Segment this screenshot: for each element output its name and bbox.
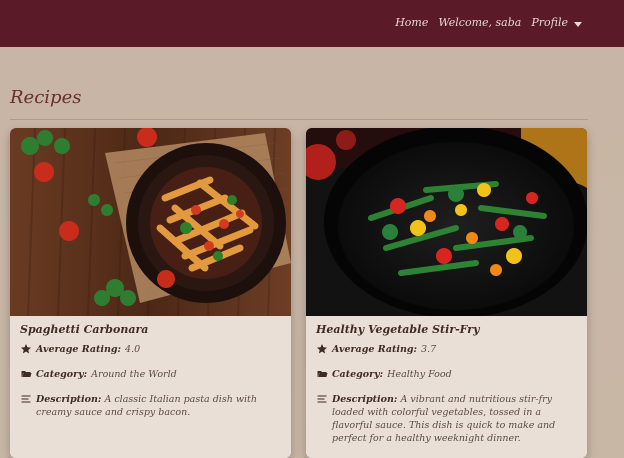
category-label: Category: [36, 369, 88, 380]
rating-value: 3.7 [421, 344, 437, 355]
category-label: Category: [332, 369, 384, 380]
nav-home-link[interactable]: Home [395, 16, 428, 30]
rating-label: Average Rating: [36, 344, 122, 355]
recipe-rating-row: Average Rating: 4.0 [20, 343, 281, 356]
recipe-card[interactable]: Healthy Vegetable Stir-Fry Average Ratin… [306, 128, 587, 458]
recipe-description-row: Description: A classic Italian pasta dis… [20, 393, 281, 419]
list-icon [21, 395, 31, 403]
list-icon [317, 395, 327, 403]
navbar: Home Welcome, saba Profile [0, 0, 624, 47]
recipe-image-stirfry[interactable] [306, 128, 587, 316]
category-value: Around the World [91, 369, 177, 380]
recipe-title[interactable]: Healthy Vegetable Stir-Fry [316, 323, 577, 337]
nav-profile-label: Profile [531, 16, 568, 29]
navbar-links: Home Welcome, saba Profile [395, 16, 582, 30]
category-value: Healthy Food [387, 369, 452, 380]
star-icon [21, 344, 31, 354]
recipe-image-pasta[interactable] [10, 128, 291, 316]
title-divider [10, 119, 588, 120]
page-title: Recipes [10, 87, 82, 108]
description-label: Description: [36, 394, 102, 405]
recipe-title[interactable]: Spaghetti Carbonara [20, 323, 281, 337]
recipe-description-row: Description: A vibrant and nutritious st… [316, 393, 577, 445]
description-label: Description: [332, 394, 398, 405]
recipe-card[interactable]: Spaghetti Carbonara Average Rating: 4.0 … [10, 128, 291, 458]
rating-label: Average Rating: [332, 344, 418, 355]
chevron-down-icon [574, 21, 582, 27]
main-content: Recipes Spaghetti Carbonara Average Rati… [0, 47, 624, 458]
recipe-card-body: Healthy Vegetable Stir-Fry Average Ratin… [316, 323, 577, 457]
folder-open-icon [21, 371, 32, 377]
nav-profile-dropdown[interactable]: Profile [531, 16, 582, 30]
recipe-card-body: Spaghetti Carbonara Average Rating: 4.0 … [20, 323, 281, 431]
recipe-rating-row: Average Rating: 3.7 [316, 343, 577, 356]
recipe-category-row: Category: Healthy Food [316, 368, 577, 381]
rating-value: 4.0 [125, 344, 141, 355]
star-icon [317, 344, 327, 354]
recipe-category-row: Category: Around the World [20, 368, 281, 381]
nav-welcome-text: Welcome, saba [438, 16, 522, 29]
folder-open-icon [317, 371, 328, 377]
